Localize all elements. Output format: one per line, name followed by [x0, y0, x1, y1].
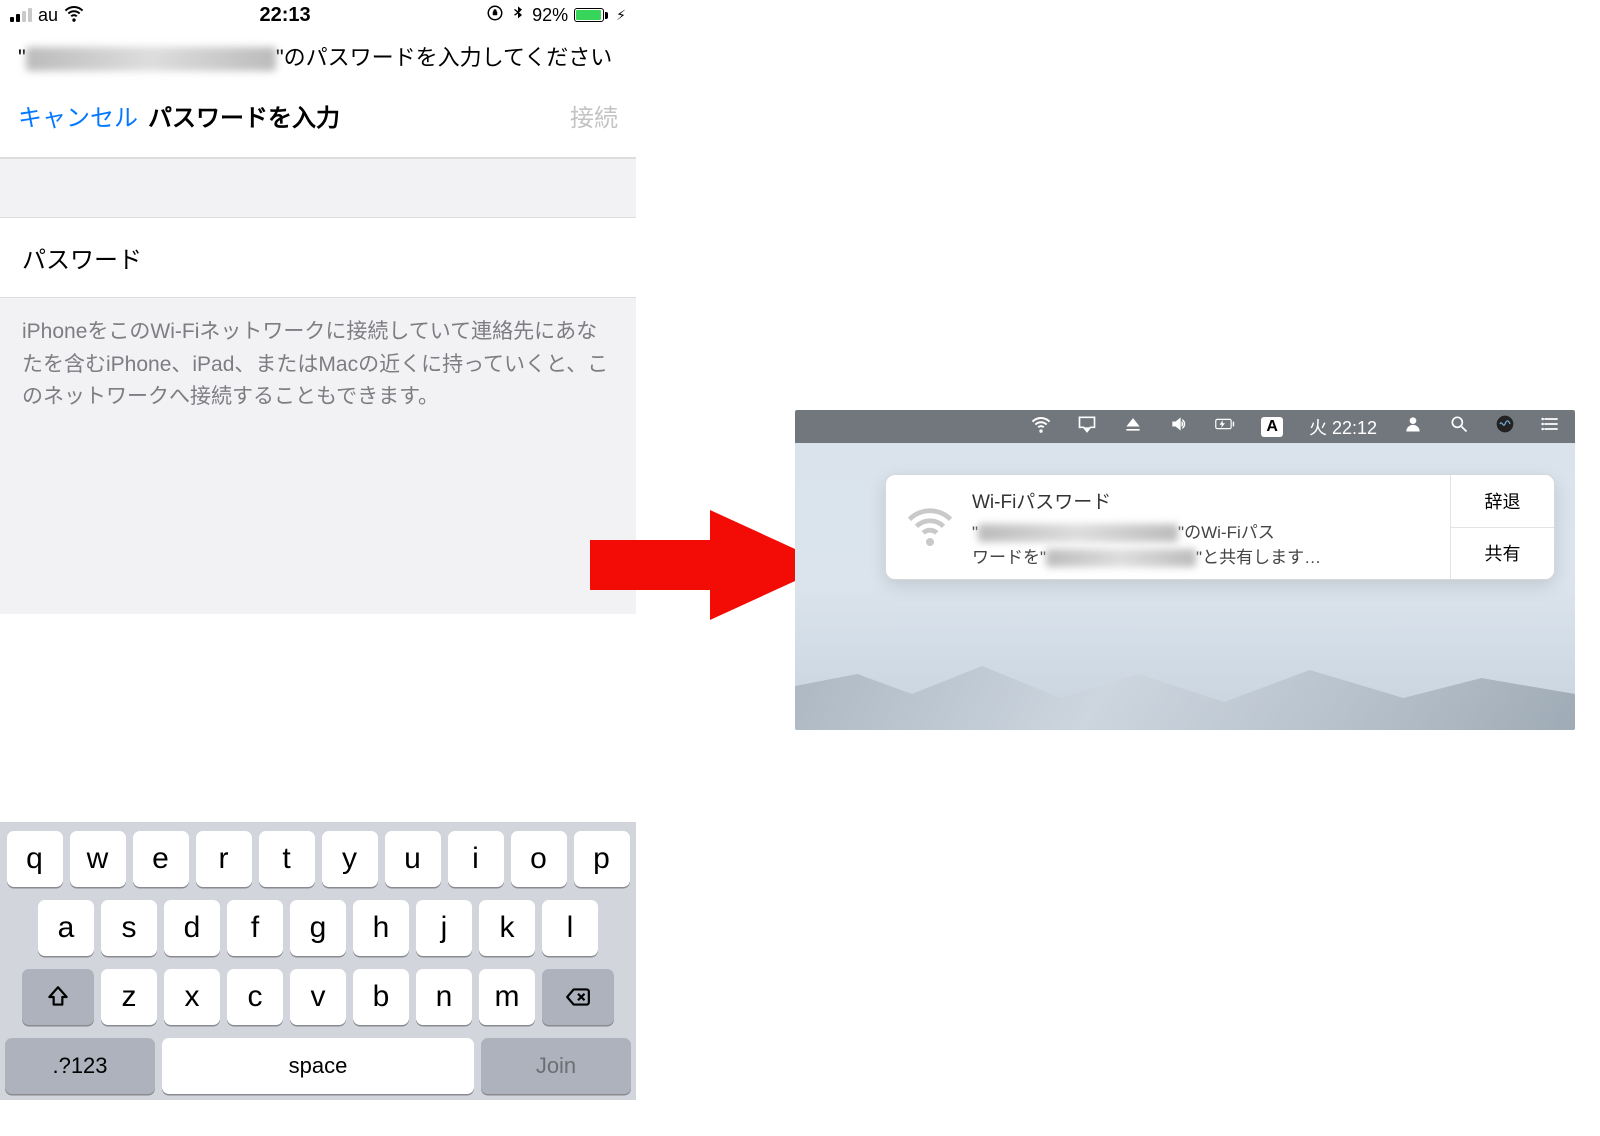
backspace-key[interactable]: [542, 969, 614, 1025]
redacted-ssid: [26, 47, 276, 71]
key-k[interactable]: k: [479, 900, 535, 956]
keyboard-row-3: zxcvbnm: [5, 969, 631, 1025]
notification-line-2: ワードを""と共有します…: [972, 543, 1321, 568]
nav-row: キャンセル パスワードを入力 接続: [0, 98, 636, 157]
battery-icon: [574, 8, 608, 22]
nav-title: パスワードを入力: [148, 98, 340, 133]
siri-icon[interactable]: [1495, 414, 1515, 439]
numeric-key[interactable]: .?123: [5, 1038, 155, 1094]
notification-wifi-icon: [906, 501, 954, 554]
key-f[interactable]: f: [227, 900, 283, 956]
join-button[interactable]: 接続: [570, 98, 618, 133]
key-p[interactable]: p: [574, 831, 630, 887]
redacted-device-mac: [1046, 549, 1196, 567]
keyboard-row-2: asdfghjkl: [5, 900, 631, 956]
key-o[interactable]: o: [511, 831, 567, 887]
key-v[interactable]: v: [290, 969, 346, 1025]
prompt-suffix: "のパスワードを入力してください: [276, 45, 613, 70]
carrier-label: au: [38, 5, 58, 26]
cancel-button[interactable]: キャンセル: [18, 98, 138, 133]
bluetooth-icon: [510, 5, 526, 26]
key-r[interactable]: r: [196, 831, 252, 887]
status-bar: au 22:13 92% ⚡︎: [0, 0, 636, 30]
orientation-lock-icon: [486, 4, 504, 27]
spotlight-icon[interactable]: [1449, 414, 1469, 439]
airplay-icon[interactable]: [1077, 414, 1097, 439]
key-d[interactable]: d: [164, 900, 220, 956]
battery-percent: 92%: [532, 5, 568, 26]
eject-icon[interactable]: [1123, 414, 1143, 439]
key-y[interactable]: y: [322, 831, 378, 887]
key-c[interactable]: c: [227, 969, 283, 1025]
wifi-share-notification: Wi-Fiパスワード ""のWi-Fiパス ワードを""と共有します… 辞退 共…: [885, 474, 1555, 580]
key-i[interactable]: i: [448, 831, 504, 887]
key-m[interactable]: m: [479, 969, 535, 1025]
key-q[interactable]: q: [7, 831, 63, 887]
mac-screenshot: A 火 22:12 Wi-Fiパスワード ""のWi-Fiパス ワードを""と共…: [795, 410, 1575, 730]
key-a[interactable]: a: [38, 900, 94, 956]
key-x[interactable]: x: [164, 969, 220, 1025]
key-u[interactable]: u: [385, 831, 441, 887]
network-prompt: ""のパスワードを入力してください: [0, 30, 636, 98]
key-e[interactable]: e: [133, 831, 189, 887]
wifi-icon: [64, 3, 84, 28]
key-s[interactable]: s: [101, 900, 157, 956]
form-section-gap: [0, 158, 636, 218]
key-l[interactable]: l: [542, 900, 598, 956]
key-n[interactable]: n: [416, 969, 472, 1025]
key-z[interactable]: z: [101, 969, 157, 1025]
key-j[interactable]: j: [416, 900, 472, 956]
keyboard-row-4: .?123 space Join: [5, 1038, 631, 1094]
keyboard: qwertyuiop asdfghjkl zxcvbnm .?123 space…: [0, 822, 636, 1100]
menubar: A 火 22:12: [795, 410, 1575, 443]
input-source-badge[interactable]: A: [1261, 417, 1283, 437]
share-button[interactable]: 共有: [1451, 528, 1554, 580]
key-h[interactable]: h: [353, 900, 409, 956]
notification-center-icon[interactable]: [1541, 414, 1561, 439]
iphone-screenshot: au 22:13 92% ⚡︎ ""のパスワードを入力してください キャンセル …: [0, 0, 636, 1100]
decline-button[interactable]: 辞退: [1451, 475, 1554, 528]
battery-menu-icon[interactable]: [1215, 414, 1235, 439]
wifi-menu-icon[interactable]: [1031, 414, 1051, 439]
notification-line-1: ""のWi-Fiパス: [972, 518, 1321, 543]
signal-icon: [10, 8, 32, 22]
menubar-clock[interactable]: 火 22:12: [1309, 414, 1377, 440]
notification-title: Wi-Fiパスワード: [972, 487, 1321, 514]
charging-icon: ⚡︎: [616, 7, 626, 24]
redacted-ssid-mac: [978, 524, 1178, 542]
key-b[interactable]: b: [353, 969, 409, 1025]
space-key[interactable]: space: [162, 1038, 474, 1094]
clock: 22:13: [84, 4, 486, 27]
user-icon[interactable]: [1403, 414, 1423, 439]
password-field[interactable]: パスワード: [0, 218, 636, 297]
keyboard-row-1: qwertyuiop: [5, 831, 631, 887]
red-arrow-icon: [590, 510, 830, 620]
key-g[interactable]: g: [290, 900, 346, 956]
volume-icon[interactable]: [1169, 414, 1189, 439]
key-t[interactable]: t: [259, 831, 315, 887]
shift-key[interactable]: [22, 969, 94, 1025]
key-w[interactable]: w: [70, 831, 126, 887]
go-key[interactable]: Join: [481, 1038, 631, 1094]
info-footer: iPhoneをこのWi-Fiネットワークに接続していて連絡先にあなたを含むiPh…: [0, 297, 636, 614]
